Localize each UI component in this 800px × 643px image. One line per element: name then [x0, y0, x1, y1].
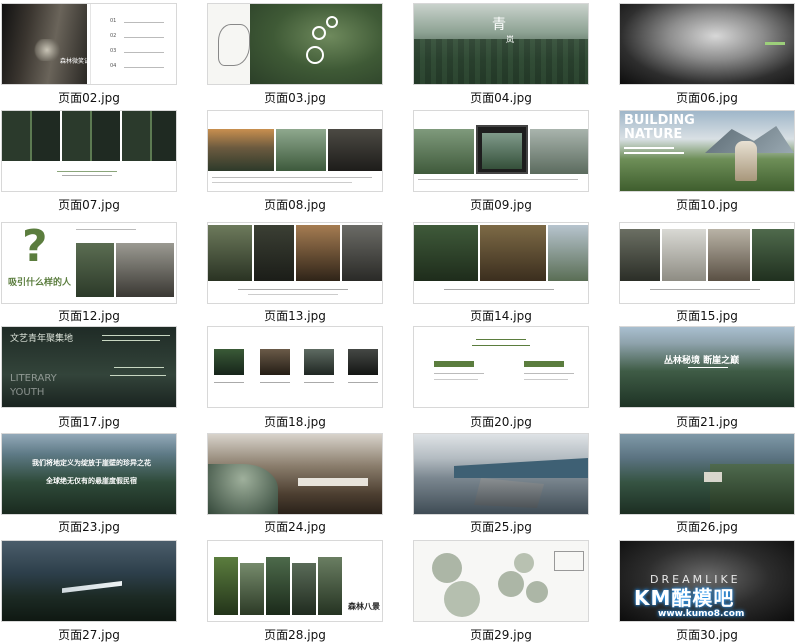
thumbnail-item[interactable]: 页面15.jpg — [618, 219, 800, 329]
thumbnail-item[interactable]: 页面25.jpg — [412, 430, 612, 540]
thumbnail-item[interactable]: 森林八景 页面28.jpg — [206, 537, 406, 642]
file-name[interactable]: 页面03.jpg — [206, 89, 384, 106]
slide-index: 02 — [110, 33, 117, 39]
thumbnail-item[interactable]: 页面24.jpg — [206, 430, 406, 540]
slide-index: 01 — [110, 18, 117, 24]
thumbnail-item[interactable]: 文艺青年聚集地 LITERARY YOUTH 页面17.jpg — [0, 323, 200, 433]
slide-title: 岚 — [506, 35, 514, 44]
thumbnail-item[interactable]: 页面20.jpg — [412, 323, 612, 433]
thumbnail-image[interactable] — [414, 111, 588, 191]
file-name[interactable]: 页面27.jpg — [0, 626, 178, 643]
watermark-brand: KM酷模吧 — [634, 586, 735, 610]
slide-text: 全球绝无仅有的悬崖度假民宿 — [46, 477, 137, 485]
thumbnail-item[interactable]: 页面14.jpg — [412, 219, 612, 329]
file-name[interactable]: 页面30.jpg — [618, 626, 796, 643]
file-name[interactable]: 页面09.jpg — [412, 196, 590, 213]
thumbnail-image[interactable]: 我们将地定义为绽放于崖壁的珍异之花 全球绝无仅有的悬崖度假民宿 — [2, 434, 176, 514]
slide-title: BUILDING — [624, 113, 695, 128]
file-name[interactable]: 页面17.jpg — [0, 413, 178, 430]
thumbnail-image[interactable]: 青 岚 — [414, 4, 588, 84]
file-name[interactable]: 页面25.jpg — [412, 518, 590, 535]
file-name[interactable]: 页面12.jpg — [0, 307, 178, 324]
thumbnail-item[interactable]: ? 吸引什么样的人 页面12.jpg — [0, 219, 200, 329]
thumbnail-image[interactable] — [208, 111, 382, 191]
slide-title: 文艺青年聚集地 — [10, 334, 74, 344]
file-name[interactable]: 页面20.jpg — [412, 413, 590, 430]
file-name[interactable]: 页面13.jpg — [206, 307, 384, 324]
divider — [124, 22, 164, 23]
divider — [124, 37, 164, 38]
thumbnail-item[interactable]: DREAMLIKE KM酷模吧 www.kumo8.com 页面30.jpg — [618, 537, 800, 642]
thumbnail-item[interactable]: 页面18.jpg — [206, 323, 406, 433]
file-name[interactable]: 页面21.jpg — [618, 413, 796, 430]
thumbnail-item[interactable]: 页面29.jpg — [412, 537, 612, 642]
file-name[interactable]: 页面18.jpg — [206, 413, 384, 430]
thumbnail-image[interactable]: 森林八景 — [208, 541, 382, 621]
file-name[interactable]: 页面02.jpg — [0, 89, 178, 106]
thumbnail-image[interactable] — [414, 541, 588, 621]
file-name[interactable]: 页面06.jpg — [618, 89, 796, 106]
thumbnail-item[interactable]: 丛林秘境 断崖之巅 页面21.jpg — [618, 323, 800, 433]
file-name[interactable]: 页面14.jpg — [412, 307, 590, 324]
thumbnail-item[interactable]: 页面27.jpg — [0, 537, 200, 642]
thumbnail-image[interactable] — [2, 111, 176, 191]
thumbnail-image[interactable] — [208, 223, 382, 303]
thumbnail-image[interactable]: 丛林秘境 断崖之巅 — [620, 327, 794, 407]
file-name[interactable]: 页面28.jpg — [206, 626, 384, 643]
divider — [124, 52, 164, 53]
slide-title: NATURE — [624, 127, 683, 142]
slide-title: 青 — [492, 17, 506, 33]
thumbnail-image[interactable] — [620, 434, 794, 514]
thumbnail-item[interactable]: 页面08.jpg — [206, 107, 406, 217]
slide-title: 森林八景 — [348, 602, 380, 611]
thumbnail-item[interactable]: 页面26.jpg — [618, 430, 800, 540]
thumbnail-image[interactable] — [208, 434, 382, 514]
file-name[interactable]: 页面08.jpg — [206, 196, 384, 213]
thumbnail-item[interactable]: 页面07.jpg — [0, 107, 200, 217]
file-name[interactable]: 页面24.jpg — [206, 518, 384, 535]
file-name[interactable]: 页面29.jpg — [412, 626, 590, 643]
thumbnail-item[interactable]: 页面03.jpg — [206, 0, 406, 110]
thumbnail-grid: 森林微笑记 01 02 03 04 页面02.jpg 页面03.jpg 青 岚 — [0, 0, 800, 642]
thumbnail-image[interactable] — [2, 541, 176, 621]
thumbnail-item[interactable]: 页面06.jpg — [618, 0, 800, 110]
slide-title: 森林微笑记 — [60, 58, 91, 65]
thumbnail-image[interactable] — [414, 434, 588, 514]
thumbnail-item[interactable]: 森林微笑记 01 02 03 04 页面02.jpg — [0, 0, 200, 110]
slide-index: 04 — [110, 63, 117, 69]
thumbnail-image[interactable] — [414, 327, 588, 407]
question-mark-icon: ? — [22, 223, 48, 272]
thumbnail-image[interactable] — [620, 4, 794, 84]
slide-index: 03 — [110, 48, 117, 54]
slide-title: YOUTH — [10, 387, 45, 398]
thumbnail-image[interactable]: 森林微笑记 01 02 03 04 — [2, 4, 176, 84]
slide-title: 丛林秘境 断崖之巅 — [664, 356, 740, 366]
file-name[interactable]: 页面07.jpg — [0, 196, 178, 213]
thumbnail-image[interactable] — [208, 327, 382, 407]
thumbnail-item[interactable]: 我们将地定义为绽放于崖壁的珍异之花 全球绝无仅有的悬崖度假民宿 页面23.jpg — [0, 430, 200, 540]
thumbnail-item[interactable]: 青 岚 页面04.jpg — [412, 0, 612, 110]
divider — [124, 67, 164, 68]
file-name[interactable]: 页面04.jpg — [412, 89, 590, 106]
thumbnail-image[interactable]: BUILDING NATURE — [620, 111, 794, 191]
file-name[interactable]: 页面23.jpg — [0, 518, 178, 535]
thumbnail-image[interactable]: 文艺青年聚集地 LITERARY YOUTH — [2, 327, 176, 407]
file-name[interactable]: 页面26.jpg — [618, 518, 796, 535]
thumbnail-item[interactable]: BUILDING NATURE 页面10.jpg — [618, 107, 800, 217]
file-name[interactable]: 页面10.jpg — [618, 196, 796, 213]
thumbnail-item[interactable]: 页面09.jpg — [412, 107, 612, 217]
thumbnail-item[interactable]: 页面13.jpg — [206, 219, 406, 329]
thumbnail-image[interactable] — [414, 223, 588, 303]
thumbnail-image[interactable]: ? 吸引什么样的人 — [2, 223, 176, 303]
slide-title: 吸引什么样的人 — [8, 278, 72, 288]
slide-title: LITERARY — [10, 373, 57, 384]
thumbnail-image[interactable] — [620, 223, 794, 303]
thumbnail-image[interactable] — [208, 4, 382, 84]
watermark-url: www.kumo8.com — [658, 609, 745, 619]
slide-text: 我们将地定义为绽放于崖壁的珍异之花 — [32, 459, 151, 467]
file-name[interactable]: 页面15.jpg — [618, 307, 796, 324]
